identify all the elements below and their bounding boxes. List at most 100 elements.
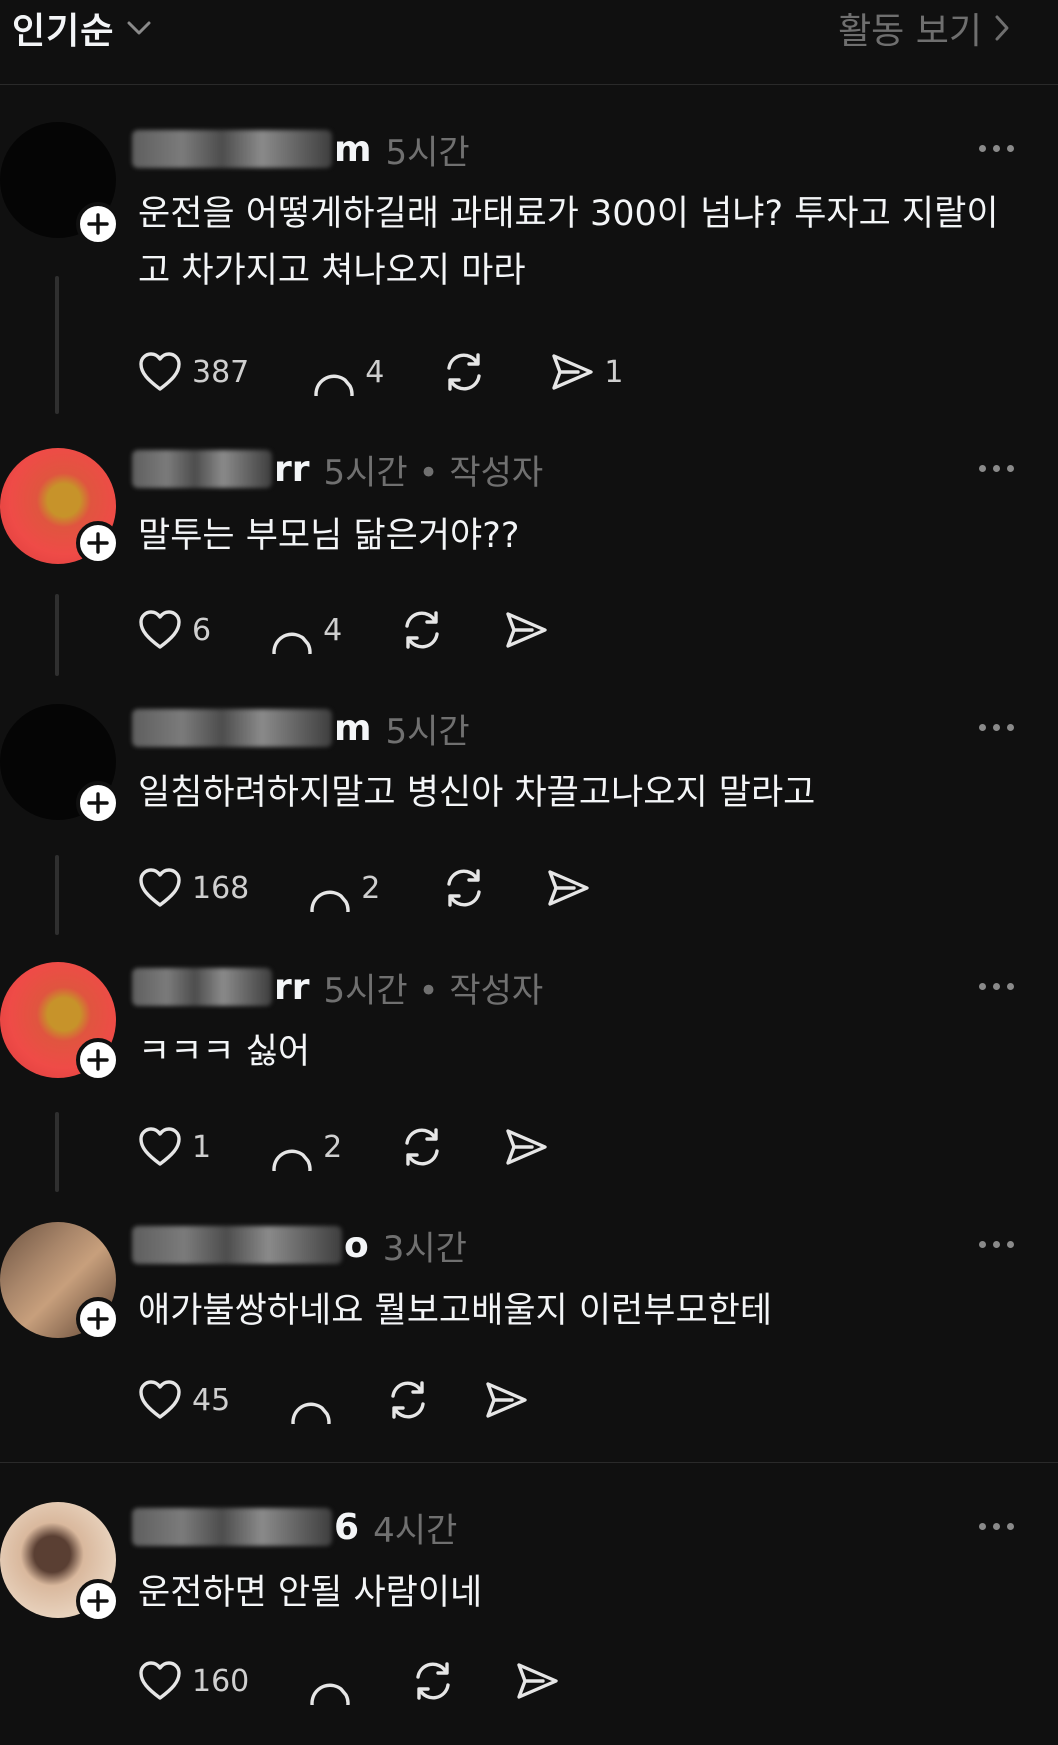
repost-icon — [398, 1123, 446, 1171]
like-button[interactable]: 387 — [136, 348, 249, 396]
repost-icon — [409, 1657, 457, 1705]
comment-item: m 5시간 운전을 어떻게하길래 과태료가 300이 넘냐? 투자고 지랄이고 … — [0, 0, 1058, 414]
reply-count: 2 — [361, 870, 381, 906]
username-redacted[interactable] — [132, 450, 272, 488]
comment-text: 말투는 부모님 닮은거야?? — [138, 516, 520, 556]
comment-icon — [305, 864, 353, 912]
timestamp: 5시간 — [385, 132, 470, 173]
share-button[interactable] — [502, 1123, 550, 1171]
action-bar: 168 2 — [136, 864, 592, 912]
heart-icon — [136, 1657, 184, 1705]
like-button[interactable]: 160 — [136, 1657, 249, 1705]
follow-button[interactable] — [76, 781, 120, 825]
repost-icon — [440, 864, 488, 912]
username[interactable]: m — [334, 129, 372, 170]
reply-count: 4 — [365, 354, 385, 390]
more-icon[interactable] — [979, 1241, 1014, 1248]
send-icon — [502, 1123, 550, 1171]
action-bar: 45 — [136, 1376, 530, 1424]
action-bar: 160 — [136, 1657, 561, 1705]
share-button[interactable] — [513, 1657, 561, 1705]
heart-icon — [136, 1123, 184, 1171]
username-redacted[interactable] — [132, 709, 332, 747]
repost-button[interactable] — [384, 1376, 432, 1424]
send-icon — [502, 606, 550, 654]
timestamp: 4시간 — [373, 1510, 458, 1551]
thread-line — [55, 276, 59, 414]
share-button[interactable] — [482, 1376, 530, 1424]
like-button[interactable]: 168 — [136, 864, 249, 912]
reply-button[interactable]: 4 — [267, 606, 342, 654]
plus-icon — [87, 1049, 109, 1071]
comment-icon — [267, 1123, 315, 1171]
like-count: 387 — [192, 354, 250, 390]
timestamp: 5시간 • 작성자 — [323, 970, 544, 1011]
more-icon[interactable] — [979, 724, 1014, 731]
like-button[interactable]: 1 — [136, 1123, 211, 1171]
heart-icon — [136, 606, 184, 654]
heart-icon — [136, 348, 184, 396]
username-redacted[interactable] — [132, 968, 272, 1006]
like-count: 168 — [192, 870, 250, 906]
comment-text: 운전을 어떻게하길래 과태료가 300이 넘냐? 투자고 지랄이고 차가지고 쳐… — [138, 194, 999, 291]
follow-button[interactable] — [76, 1038, 120, 1082]
reply-button[interactable] — [286, 1376, 334, 1424]
username[interactable]: m — [334, 708, 372, 749]
more-icon[interactable] — [979, 1523, 1014, 1530]
comment-text: 애가불쌍하네요 뭘보고배울지 이런부모한테 — [138, 1291, 773, 1331]
comment-header: m 5시간 — [132, 124, 470, 174]
username[interactable]: rr — [274, 449, 310, 490]
heart-icon — [136, 864, 184, 912]
username[interactable]: 6 — [334, 1507, 359, 1548]
repost-button[interactable] — [409, 1657, 457, 1705]
like-count: 160 — [192, 1663, 250, 1699]
repost-button[interactable] — [398, 606, 446, 654]
username[interactable]: o — [344, 1225, 369, 1266]
share-button[interactable]: 1 — [548, 348, 623, 396]
share-button[interactable] — [544, 864, 592, 912]
repost-button[interactable] — [440, 864, 488, 912]
share-count: 1 — [604, 354, 624, 390]
reply-button[interactable]: 4 — [309, 348, 384, 396]
comment-icon — [305, 1657, 353, 1705]
comment-icon — [267, 606, 315, 654]
plus-icon — [87, 1308, 109, 1330]
action-bar: 387 4 1 — [136, 348, 623, 396]
thread-line — [55, 1112, 59, 1192]
more-icon[interactable] — [979, 983, 1014, 990]
like-button[interactable]: 6 — [136, 606, 211, 654]
action-bar: 6 4 — [136, 606, 550, 654]
follow-button[interactable] — [76, 202, 120, 246]
plus-icon — [87, 792, 109, 814]
like-count: 45 — [192, 1382, 231, 1418]
reply-button[interactable]: 2 — [305, 864, 380, 912]
action-bar: 1 2 — [136, 1123, 550, 1171]
username-redacted[interactable] — [132, 1226, 342, 1264]
repost-icon — [398, 606, 446, 654]
repost-button[interactable] — [398, 1123, 446, 1171]
plus-icon — [87, 532, 109, 554]
comment-item: 6 4시간 운전하면 안될 사람이네 160 — [0, 0, 1058, 1]
repost-icon — [440, 348, 488, 396]
like-button[interactable]: 45 — [136, 1376, 230, 1424]
follow-button[interactable] — [76, 521, 120, 565]
thread-line — [55, 594, 59, 676]
username-redacted[interactable] — [132, 130, 332, 168]
username[interactable]: rr — [274, 967, 310, 1008]
more-icon[interactable] — [979, 145, 1014, 152]
send-icon — [513, 1657, 561, 1705]
repost-button[interactable] — [440, 348, 488, 396]
follow-button[interactable] — [76, 1297, 120, 1341]
reply-button[interactable] — [305, 1657, 353, 1705]
send-icon — [548, 348, 596, 396]
repost-icon — [384, 1376, 432, 1424]
comment-text: 일침하려하지말고 병신아 차끌고나오지 말라고 — [138, 773, 816, 813]
comment-icon — [286, 1376, 334, 1424]
more-icon[interactable] — [979, 465, 1014, 472]
follow-button[interactable] — [76, 1579, 120, 1623]
reply-button[interactable]: 2 — [267, 1123, 342, 1171]
timestamp: 5시간 — [385, 711, 470, 752]
share-button[interactable] — [502, 606, 550, 654]
username-redacted[interactable] — [132, 1508, 332, 1546]
heart-icon — [136, 1376, 184, 1424]
